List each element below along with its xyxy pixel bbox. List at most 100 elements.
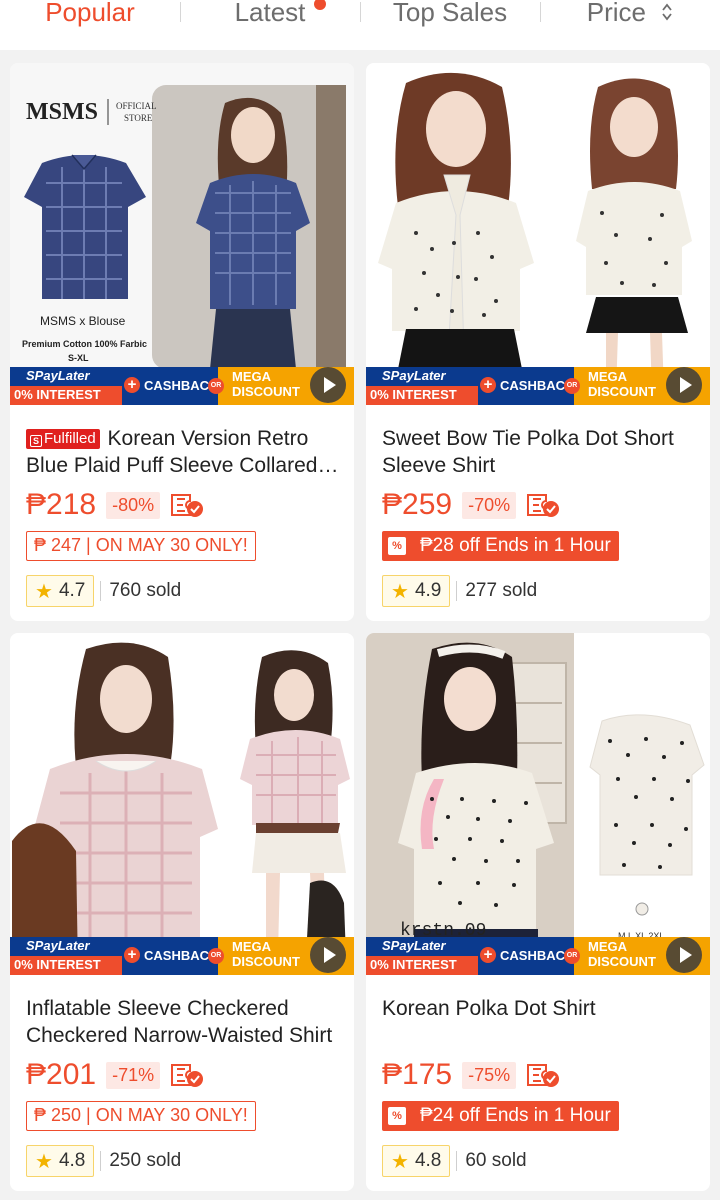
tab-top-sales[interactable]: Top Sales xyxy=(360,0,540,50)
product-image[interactable]: SPayLater 0% INTEREST + CASHBACK OR MEGA… xyxy=(10,633,354,975)
divider xyxy=(456,1151,458,1171)
tab-divider xyxy=(360,2,361,22)
pink-checkered-shirt-illustration xyxy=(10,633,354,975)
shopee-bag-icon: S xyxy=(30,435,42,447)
coupon-percent-icon: % xyxy=(388,1107,406,1125)
star-icon: ★ xyxy=(391,1150,409,1173)
official-store-line1: OFFICIAL xyxy=(116,101,157,111)
tab-price-label: Price xyxy=(586,0,646,27)
product-title: Korean Polka Dot Shirt xyxy=(382,995,698,1022)
video-play-icon[interactable] xyxy=(666,367,702,403)
product-title-text: Inflatable Sleeve Checkered Checkered Na… xyxy=(26,997,333,1047)
cashback-badge: + CASHBACK xyxy=(122,367,218,405)
product-card[interactable]: krstn.09 M L XL 2XL SPayLater 0% INTERES… xyxy=(366,633,710,1191)
interest-label: 0% INTEREST xyxy=(14,957,101,972)
rating-badge: ★ 4.9 xyxy=(382,575,451,607)
coupon-check-icon xyxy=(527,1064,560,1087)
discount-badge: -70% xyxy=(462,491,517,519)
plus-icon: + xyxy=(480,947,496,963)
discount-label: DISCOUNT xyxy=(232,954,300,969)
price-row: ₱175 -75% xyxy=(382,1057,560,1093)
promo-tag-label: ₱28 off Ends in 1 Hour xyxy=(420,535,611,556)
image-fabric-note: Premium Cotton 100% Farbic xyxy=(22,339,147,349)
star-icon: ★ xyxy=(35,1150,53,1173)
spaylater-badge: SPayLater 0% INTEREST xyxy=(10,367,122,405)
rating-value: 4.8 xyxy=(58,1150,86,1171)
tab-latest[interactable]: Latest xyxy=(180,0,360,50)
video-play-icon[interactable] xyxy=(310,367,346,403)
product-image[interactable]: krstn.09 M L XL 2XL SPayLater 0% INTERES… xyxy=(366,633,710,975)
cashback-badge: + CASHBACK xyxy=(122,937,218,975)
spaylater-badge: SPayLater 0% INTEREST xyxy=(366,367,478,405)
product-title: Sweet Bow Tie Polka Dot Short Sleeve Shi… xyxy=(382,425,698,479)
divider xyxy=(100,581,102,601)
brand-logo-text: MSMS xyxy=(26,99,98,125)
price-row: ₱259 -70% xyxy=(382,487,560,523)
mega-label: MEGA xyxy=(588,939,627,954)
product-card[interactable]: SPayLater 0% INTEREST + CASHBACK OR MEGA… xyxy=(366,63,710,621)
tab-top-sales-label: Top Sales xyxy=(392,0,508,27)
tab-divider xyxy=(540,2,541,22)
tab-popular[interactable]: Popular xyxy=(0,0,180,50)
product-title-text: Korean Polka Dot Shirt xyxy=(382,997,596,1020)
promo-tag: ₱ 247 | ON MAY 30 ONLY! xyxy=(26,531,256,561)
cashback-badge: + CASHBACK xyxy=(478,367,574,405)
product-title: S Fulfilled Korean Version Retro Blue Pla… xyxy=(26,425,342,479)
coupon-check-icon xyxy=(527,494,560,517)
rating-row: ★ 4.9 277 sold xyxy=(382,575,537,607)
polka-dot-blouse-illustration: krstn.09 M L XL 2XL xyxy=(366,633,710,975)
sold-count: 760 sold xyxy=(109,580,182,601)
tab-popular-label: Popular xyxy=(45,0,135,27)
or-badge: OR xyxy=(208,948,224,964)
rating-row: ★ 4.7 760 sold xyxy=(26,575,181,607)
tab-latest-label: Latest xyxy=(234,0,306,27)
promo-tag: % ₱28 off Ends in 1 Hour xyxy=(382,531,619,561)
spaylater-badge: SPayLater 0% INTEREST xyxy=(10,937,122,975)
product-price: ₱175 xyxy=(382,1058,453,1091)
fulfilled-label: Fulfilled xyxy=(44,430,96,447)
star-icon: ★ xyxy=(391,580,409,603)
video-play-icon[interactable] xyxy=(666,937,702,973)
product-image[interactable]: SPayLater 0% INTEREST + CASHBACK OR MEGA… xyxy=(366,63,710,405)
coupon-percent-icon: % xyxy=(388,537,406,555)
interest-label: 0% INTEREST xyxy=(14,387,101,402)
product-title-text: Sweet Bow Tie Polka Dot Short Sleeve Shi… xyxy=(382,427,674,477)
discount-label: DISCOUNT xyxy=(232,384,300,399)
coupon-check-icon xyxy=(171,494,204,517)
fulfilled-badge: S Fulfilled xyxy=(26,429,100,449)
product-image[interactable]: MSMS OFFICIAL STORE MSMS x Blouse Premiu… xyxy=(10,63,354,405)
promo-tag: % ₱24 off Ends in 1 Hour xyxy=(382,1101,619,1131)
sort-bar: Popular Latest Top Sales Price xyxy=(0,0,720,50)
promo-tag: ₱ 250 | ON MAY 30 ONLY! xyxy=(26,1101,256,1131)
official-store-line2: STORE xyxy=(124,113,153,123)
rating-badge: ★ 4.7 xyxy=(26,575,95,607)
sold-count: 277 sold xyxy=(465,580,538,601)
interest-label: 0% INTEREST xyxy=(370,957,457,972)
image-sizes: S-XL xyxy=(68,353,89,363)
plaid-blouse-illustration: MSMS OFFICIAL STORE MSMS x Blouse Premiu… xyxy=(10,63,354,405)
rating-row: ★ 4.8 60 sold xyxy=(382,1145,527,1177)
tab-divider xyxy=(180,2,181,22)
rating-badge: ★ 4.8 xyxy=(26,1145,95,1177)
product-title: Inflatable Sleeve Checkered Checkered Na… xyxy=(26,995,342,1049)
price-row: ₱201 -71% xyxy=(26,1057,204,1093)
promo-strip: SPayLater 0% INTEREST + CASHBACK OR MEGA… xyxy=(10,937,354,975)
price-row: ₱218 -80% xyxy=(26,487,204,523)
mega-label: MEGA xyxy=(588,369,627,384)
plus-icon: + xyxy=(124,377,140,393)
plus-icon: + xyxy=(480,377,496,393)
product-card[interactable]: MSMS OFFICIAL STORE MSMS x Blouse Premiu… xyxy=(10,63,354,621)
discount-label: DISCOUNT xyxy=(588,954,656,969)
video-play-icon[interactable] xyxy=(310,937,346,973)
rating-value: 4.9 xyxy=(414,580,442,601)
promo-strip: SPayLater 0% INTEREST + CASHBACK OR MEGA… xyxy=(366,367,710,405)
product-card[interactable]: SPayLater 0% INTEREST + CASHBACK OR MEGA… xyxy=(10,633,354,1191)
star-icon: ★ xyxy=(35,580,53,603)
polka-dot-shirt-illustration xyxy=(366,63,710,405)
tab-price[interactable]: Price xyxy=(540,0,720,50)
rating-value: 4.7 xyxy=(58,580,86,601)
promo-strip: SPayLater 0% INTEREST + CASHBACK OR MEGA… xyxy=(10,367,354,405)
spaylater-badge: SPayLater 0% INTEREST xyxy=(366,937,478,975)
promo-strip: SPayLater 0% INTEREST + CASHBACK OR MEGA… xyxy=(366,937,710,975)
spaylater-label: SPayLater xyxy=(382,938,446,953)
